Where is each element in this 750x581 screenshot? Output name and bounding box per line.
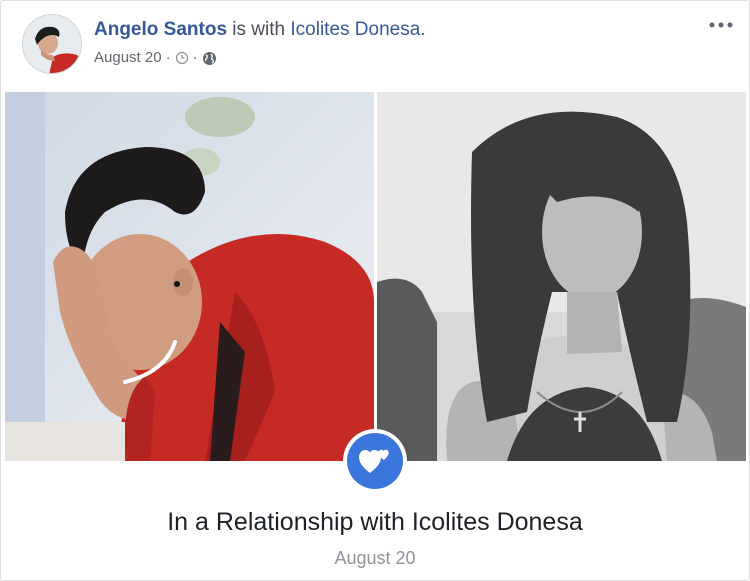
hearts-icon xyxy=(347,433,403,489)
life-event-date: August 20 xyxy=(334,548,416,568)
relationship-badge xyxy=(343,429,407,493)
photo-left[interactable] xyxy=(5,92,374,461)
feed-post: Angelo Santos is with Icolites Donesa. A… xyxy=(0,0,750,581)
post-date[interactable]: August 20 xyxy=(94,48,162,68)
more-options-icon[interactable] xyxy=(707,15,735,35)
life-event-photos xyxy=(5,92,746,461)
photo-woman-bw xyxy=(377,92,746,461)
photo-right[interactable] xyxy=(377,92,746,461)
tagged-user-link[interactable]: Icolites Donesa. xyxy=(290,19,425,40)
post-header: Angelo Santos is with Icolites Donesa. A… xyxy=(1,1,749,91)
globe-icon[interactable] xyxy=(202,51,217,66)
avatar-image xyxy=(23,15,81,73)
clock-icon xyxy=(175,51,189,65)
with-text: is with xyxy=(232,19,286,40)
meta-separator: · xyxy=(165,49,171,66)
post-byline: Angelo Santos is with Icolites Donesa. xyxy=(94,18,426,42)
avatar[interactable] xyxy=(22,14,82,74)
life-event-title[interactable]: In a Relationship with Icolites Donesa xyxy=(1,506,749,538)
author-link[interactable]: Angelo Santos xyxy=(94,19,227,40)
photo-man-red-jacket xyxy=(5,92,374,461)
post-meta: August 20 · · xyxy=(94,48,217,68)
meta-separator: · xyxy=(192,49,198,66)
